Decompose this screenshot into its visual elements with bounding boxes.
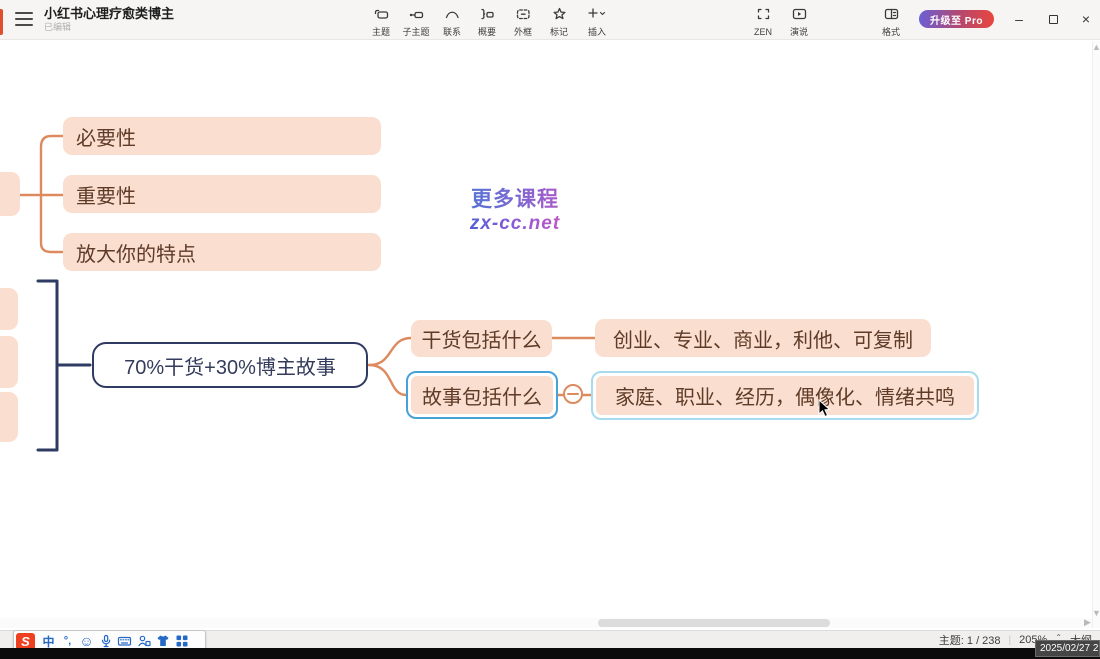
clipped-topic-stub[interactable] (0, 172, 20, 216)
present-icon (791, 5, 808, 22)
relationship-icon (444, 5, 461, 22)
horizontal-scrollbar-thumb[interactable] (598, 619, 830, 627)
marker-icon (551, 5, 568, 22)
mouse-cursor (818, 399, 832, 419)
watermark: 更多课程 zx-cc.net (440, 183, 590, 235)
insert-icon (586, 5, 608, 22)
maximize-button[interactable] (1039, 6, 1067, 32)
branch2-topic-node[interactable]: 故事包括什么 (406, 371, 558, 419)
zen-button[interactable]: ZEN (745, 5, 781, 37)
collapse-toggle[interactable] (564, 385, 582, 403)
menu-icon[interactable] (15, 12, 33, 26)
central-topic-node[interactable]: 70%干货+30%博主故事 (92, 342, 368, 388)
zen-icon (755, 5, 772, 22)
topic-node[interactable]: 必要性 (63, 117, 381, 155)
minimize-button[interactable]: – (1005, 6, 1033, 32)
branch2-topic-text: 故事包括什么 (422, 381, 542, 410)
edge-accent (0, 9, 3, 35)
horizontal-scrollbar-track[interactable] (0, 618, 1092, 628)
boundary-label: 外框 (514, 27, 532, 37)
topic-text: 必要性 (76, 122, 136, 151)
scroll-up-icon[interactable]: ▲ (1092, 42, 1100, 52)
clipped-topic-stub[interactable] (0, 336, 18, 388)
title-bar: 小红书心理疗愈类博主 已编辑 主题 子主题 联系 概要 (0, 0, 1100, 40)
scroll-down-icon[interactable]: ▼ (1092, 608, 1100, 618)
date-tooltip: 2025/02/27 2 (1035, 640, 1100, 657)
topic-count: 主题: 1 / 238 (939, 632, 1001, 648)
insert-button[interactable]: 插入 (579, 5, 615, 37)
present-label: 演说 (790, 27, 808, 37)
summary-button[interactable]: 概要 (469, 5, 505, 37)
topic-label: 主题 (372, 27, 390, 37)
topic-text: 重要性 (76, 180, 136, 209)
branch2-detail-node[interactable]: 家庭、职业、经历，偶像化、情绪共鸣 (591, 371, 979, 420)
format-icon (883, 5, 900, 22)
insert-label: 插入 (588, 27, 606, 37)
topic-node[interactable]: 放大你的特点 (63, 233, 381, 271)
branch1-topic-text: 干货包括什么 (422, 324, 542, 353)
relationship-label: 联系 (443, 27, 461, 37)
topic-text: 放大你的特点 (76, 238, 196, 267)
watermark-line1: 更多课程 (440, 183, 590, 213)
document-meta: 小红书心理疗愈类博主 已编辑 (44, 6, 174, 33)
statusbar-divider: | (1009, 635, 1012, 646)
topic-icon (373, 5, 390, 22)
format-button[interactable]: 格式 (873, 5, 909, 37)
zen-label: ZEN (754, 27, 772, 37)
subtopic-icon (408, 5, 425, 22)
sogou-logo-icon[interactable]: S (16, 633, 35, 650)
marker-label: 标记 (550, 27, 568, 37)
document-title: 小红书心理疗愈类博主 (44, 6, 174, 21)
scroll-right-icon[interactable]: ▶ (1084, 617, 1091, 628)
topic-button[interactable]: 主题 (363, 5, 399, 37)
taskbar-edge (0, 648, 1100, 659)
summary-label: 概要 (478, 27, 496, 37)
branch1-topic-node[interactable]: 干货包括什么 (411, 320, 552, 357)
clipped-topic-stub[interactable] (0, 288, 18, 330)
vertical-scrollbar-track[interactable] (1092, 41, 1100, 628)
maximize-icon (1049, 15, 1058, 24)
relationship-button[interactable]: 联系 (434, 5, 470, 37)
subtopic-label: 子主题 (402, 27, 429, 37)
summary-icon (478, 5, 496, 22)
topic-node[interactable]: 重要性 (63, 175, 381, 213)
format-label: 格式 (882, 27, 900, 37)
branch2-detail-text: 家庭、职业、经历，偶像化、情绪共鸣 (615, 381, 955, 410)
present-button[interactable]: 演说 (781, 5, 817, 37)
close-button[interactable]: × (1072, 6, 1100, 32)
watermark-line2: zx-cc.net (440, 213, 590, 235)
upgrade-pro-button[interactable]: 升级至 Pro (919, 10, 994, 28)
branch1-detail-text: 创业、专业、商业，利他、可复制 (613, 324, 913, 353)
xmind-window: 小红书心理疗愈类博主 已编辑 主题 子主题 联系 概要 (0, 0, 1100, 659)
subtopic-button[interactable]: 子主题 (398, 5, 434, 37)
boundary-button[interactable]: 外框 (505, 5, 541, 37)
clipped-topic-stub[interactable] (0, 392, 18, 442)
branch1-detail-node[interactable]: 创业、专业、商业，利他、可复制 (595, 319, 931, 357)
marker-button[interactable]: 标记 (541, 5, 577, 37)
document-status: 已编辑 (44, 21, 174, 33)
boundary-icon (515, 5, 532, 22)
